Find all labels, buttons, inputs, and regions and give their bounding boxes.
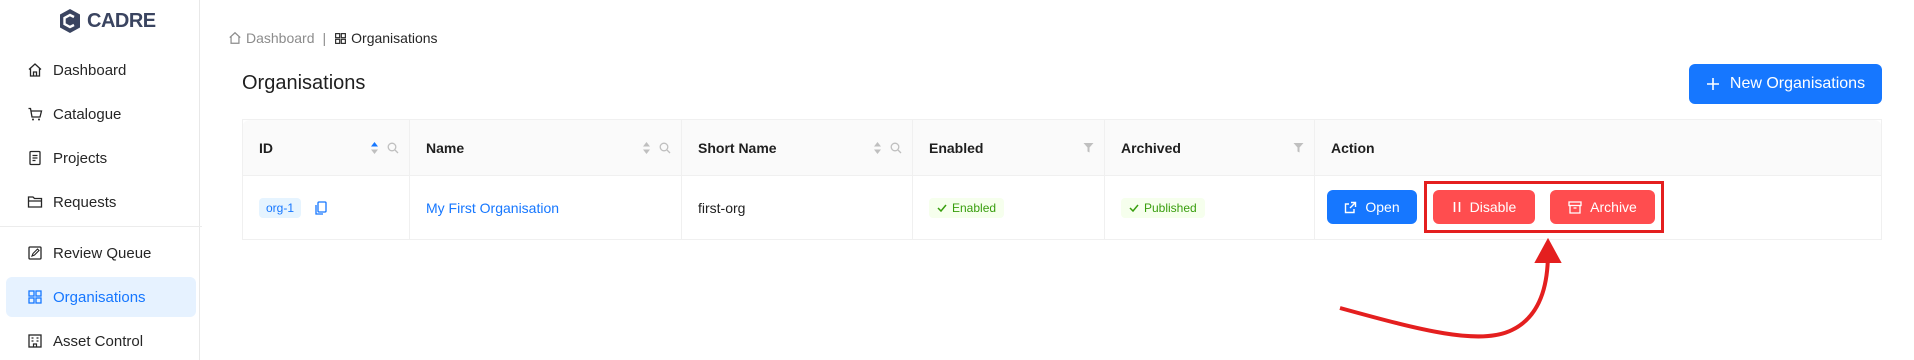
organisation-name-link[interactable]: My First Organisation [426,200,559,216]
sidebar-item-dashboard[interactable]: Dashboard [6,50,196,90]
cell-short-name: first-org [681,176,912,239]
breadcrumb-home-label: Dashboard [246,30,315,46]
annotation-highlight-box [1424,181,1664,233]
home-icon [229,31,241,44]
column-header-id[interactable]: ID [242,120,409,175]
open-button[interactable]: Open [1327,190,1417,224]
breadcrumb-home[interactable]: Dashboard [228,30,315,46]
cell-name: My First Organisation [409,176,681,239]
id-tag: org-1 [259,197,302,218]
column-title: Enabled [929,139,984,156]
document-icon [27,150,43,166]
sidebar-item-label: Organisations [53,288,146,306]
search-icon[interactable] [387,142,399,154]
cart-icon [27,106,43,122]
sidebar-item-label: Asset Control [53,332,144,350]
cadre-logo-icon [60,9,80,33]
sidebar-item-label: Requests [53,193,117,211]
open-external-icon [1345,201,1357,213]
search-icon[interactable] [890,142,902,154]
copy-icon[interactable] [315,200,327,215]
sidebar-divider [0,226,202,227]
sidebar-item-label: Projects [53,149,108,167]
cell-id: org-1 [242,176,409,239]
apps-icon [335,32,347,44]
sidebar-nav: Dashboard Catalogue Projects Requests Re… [0,50,202,360]
check-icon [1129,204,1139,212]
short-name-text: first-org [698,199,746,216]
building-icon [27,333,43,349]
column-title: Short Name [698,139,777,156]
column-header-name[interactable]: Name [409,120,681,175]
page-title: Organisations [242,72,366,94]
sort-icon[interactable] [370,141,379,155]
sidebar-item-organisations[interactable]: Organisations [6,277,196,317]
filter-icon[interactable] [1083,142,1094,153]
column-header-enabled[interactable]: Enabled [912,120,1104,175]
table-header: ID Name Short Name Enabled Archived Acti… [242,120,1882,176]
check-icon [937,204,947,212]
plus-icon [1706,78,1719,90]
archived-status-text: Published [1144,200,1197,215]
breadcrumb-separator: | [322,30,327,46]
app-logo[interactable]: CADRE [58,8,156,34]
breadcrumb: Dashboard | Organisations [228,30,438,46]
column-title: Action [1331,139,1375,156]
sort-icon[interactable] [873,141,882,155]
enabled-status-badge: Enabled [929,197,1005,218]
sidebar-item-projects[interactable]: Projects [6,138,196,178]
column-title: Archived [1121,139,1181,156]
filter-icon[interactable] [1293,142,1304,153]
open-button-label: Open [1365,199,1400,215]
cell-archived: Published [1104,176,1314,239]
cell-enabled: Enabled [912,176,1104,239]
breadcrumb-current-label: Organisations [351,30,438,46]
sidebar: CADRE Dashboard Catalogue Projects Reque… [0,0,202,360]
new-organisation-button[interactable]: New Organisations [1689,64,1882,104]
search-icon[interactable] [659,142,671,154]
column-title: Name [426,139,465,156]
apps-icon [27,289,43,305]
sidebar-item-label: Review Queue [53,244,152,262]
logo-text: CADRE [87,9,156,32]
enabled-status-text: Enabled [952,200,997,215]
sidebar-item-asset-control[interactable]: Asset Control [6,321,196,360]
sort-icon[interactable] [642,141,651,155]
new-organisation-button-label: New Organisations [1729,75,1866,92]
sidebar-item-requests[interactable]: Requests [6,182,196,222]
archived-status-badge: Published [1121,197,1205,218]
column-header-archived[interactable]: Archived [1104,120,1314,175]
folder-icon [27,194,43,210]
column-header-short-name[interactable]: Short Name [681,120,912,175]
sidebar-item-review-queue[interactable]: Review Queue [6,233,196,273]
sidebar-item-label: Catalogue [53,105,122,123]
home-icon [27,62,43,78]
sidebar-item-catalogue[interactable]: Catalogue [6,94,196,134]
breadcrumb-current: Organisations [334,30,438,46]
column-title: ID [259,139,273,156]
edit-icon [27,245,43,261]
column-header-action: Action [1314,120,1882,175]
sidebar-item-label: Dashboard [53,61,127,79]
